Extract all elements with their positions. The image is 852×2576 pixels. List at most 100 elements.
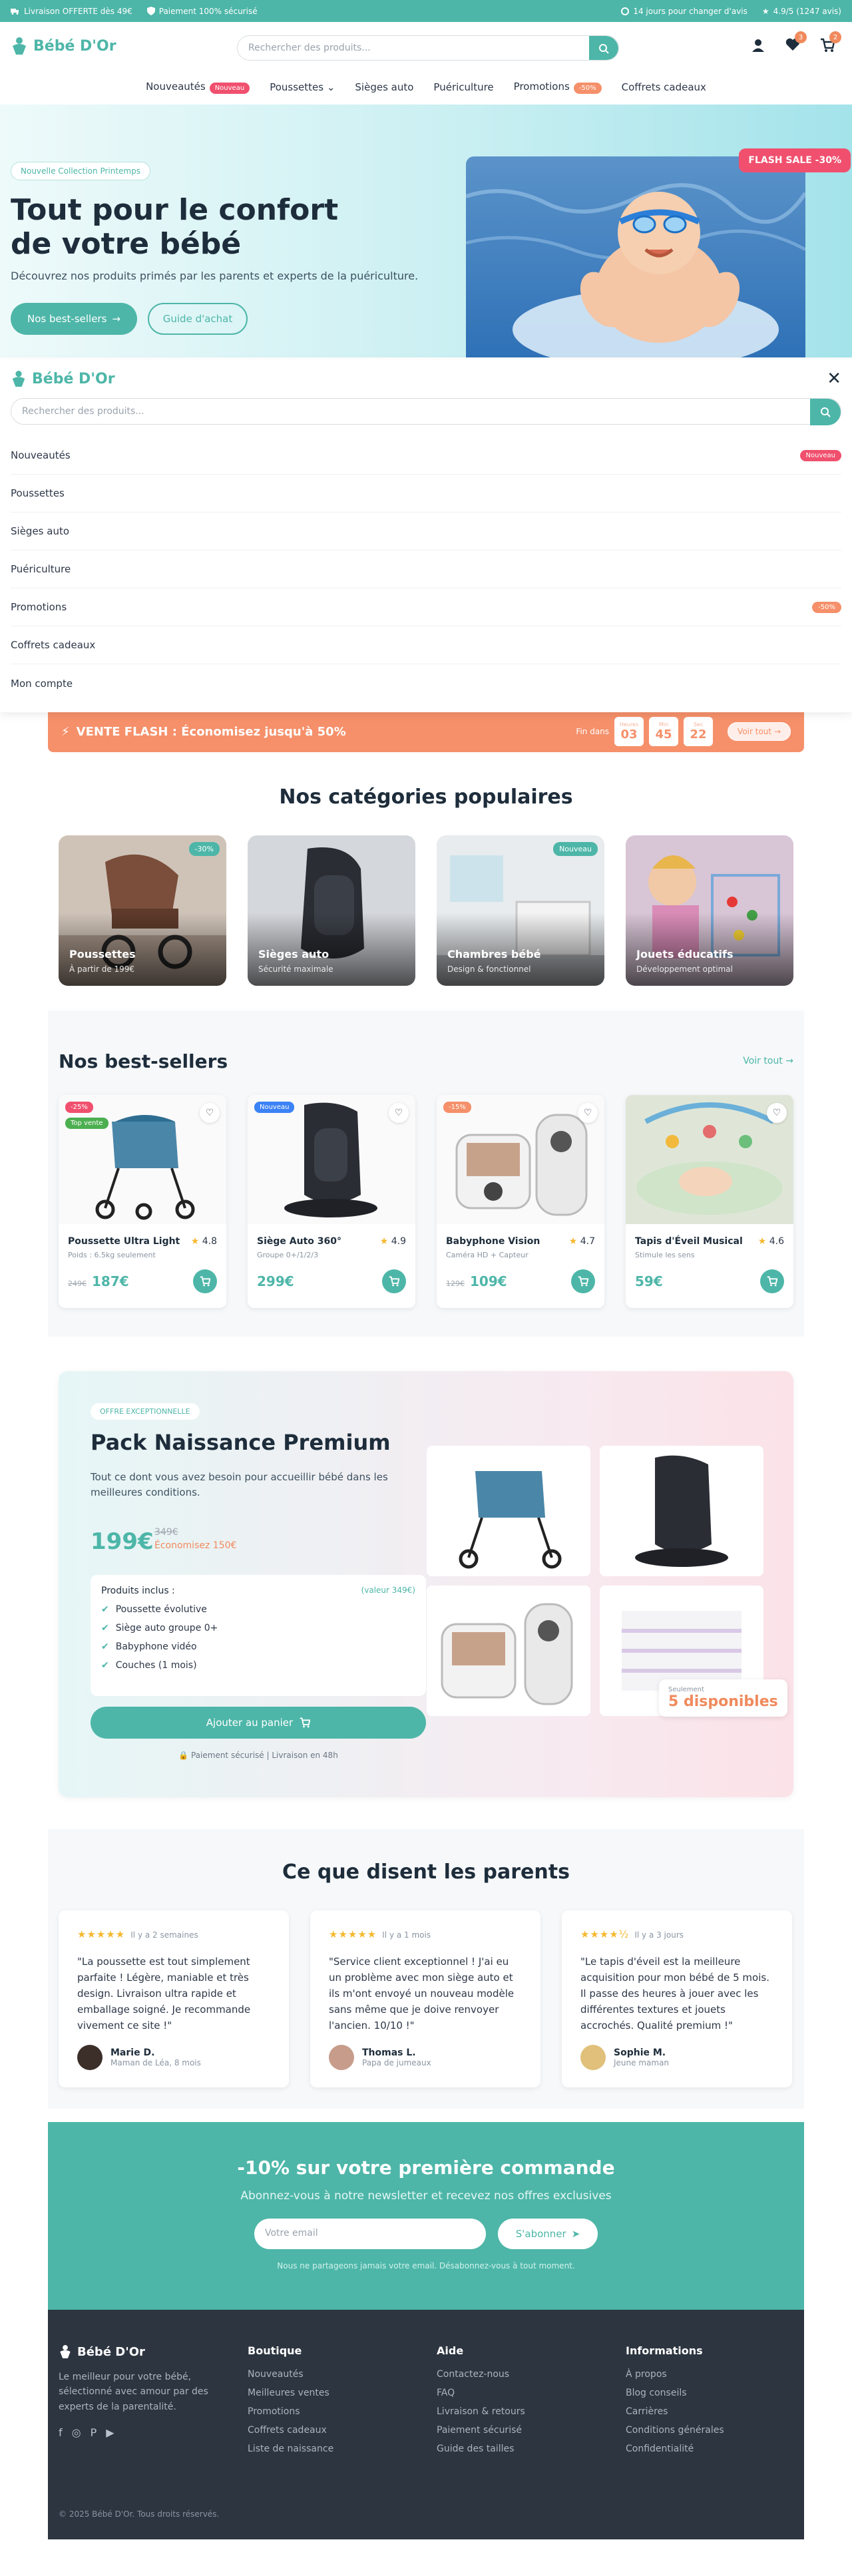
drawer-item-promotions[interactable]: Promotions -50% (11, 588, 841, 626)
instagram-icon[interactable]: ◎ (72, 2426, 81, 2439)
nav-item-coffrets[interactable]: Coffrets cadeaux (622, 81, 706, 93)
heart-outline-icon: ♡ (772, 1108, 781, 1118)
close-icon[interactable]: ✕ (827, 369, 841, 389)
product-card[interactable]: ♡ Tapis d'Éveil Musical ★ 4.6 Stimule le… (626, 1095, 793, 1308)
search-button[interactable] (589, 36, 618, 60)
footer-link[interactable]: Nouveautés (248, 2369, 333, 2380)
avatar (580, 2045, 606, 2070)
product-rating: ★ 4.7 (568, 1236, 595, 1247)
hero-baby-swimming-image (466, 156, 805, 357)
subscribe-button[interactable]: S'abonner ➤ (498, 2219, 598, 2249)
drawer-search-input[interactable]: Rechercher des produits... (22, 406, 144, 417)
return-policy-notice: 14 jours pour changer d'avis (621, 7, 747, 16)
drawer-item-account[interactable]: Mon compte (11, 664, 841, 702)
product-rating: ★ 4.6 (757, 1236, 784, 1247)
nav-item-poussettes[interactable]: Poussettes ⌄ (270, 81, 335, 93)
product-subtitle: Groupe 0+/1/2/3 (257, 1251, 319, 1259)
pinterest-icon[interactable]: P (91, 2426, 97, 2439)
account-button[interactable] (751, 38, 767, 54)
favorite-button[interactable]: ♡ (389, 1103, 409, 1123)
bestsellers-title: Nos best-sellers (59, 1050, 228, 1072)
user-icon (752, 39, 764, 52)
footer-link[interactable]: Coffrets cadeaux (248, 2425, 333, 2436)
footer-link[interactable]: Meilleures ventes (248, 2388, 333, 2398)
footer-link[interactable]: Livraison & retours (437, 2406, 525, 2417)
drawer-search-bar[interactable]: Rechercher des produits... (11, 398, 841, 425)
buying-guide-button[interactable]: Guide d'achat (148, 303, 248, 335)
search-input[interactable]: Rechercher des produits... (248, 43, 371, 53)
send-icon: ➤ (571, 2228, 580, 2240)
flash-view-all-button[interactable]: Voir tout → (728, 722, 791, 741)
categories-title: Nos catégories populaires (279, 785, 573, 809)
drawer-search-button[interactable] (810, 399, 841, 425)
footer-link[interactable]: À propos (626, 2369, 724, 2380)
drawer-item-poussettes[interactable]: Poussettes (11, 475, 841, 513)
footer-link[interactable]: Promotions (248, 2406, 333, 2417)
pack-add-to-cart-button[interactable]: Ajouter au panier (91, 1707, 426, 1739)
youtube-icon[interactable]: ▶ (106, 2426, 114, 2439)
wishlist-button[interactable]: 3 (785, 31, 807, 54)
search-bar[interactable]: Rechercher des produits... (237, 35, 619, 61)
footer-link[interactable]: Blog conseils (626, 2388, 724, 2398)
newsletter-email-input[interactable]: Votre email (254, 2219, 486, 2249)
footer-link[interactable]: Carrières (626, 2406, 724, 2417)
category-card-jouets[interactable]: Jouets éducatifs Développement optimal (626, 835, 793, 986)
discount-tag: -25% (65, 1102, 93, 1113)
favorite-button[interactable]: ♡ (200, 1103, 220, 1123)
secure-payment-notice: Paiement 100% sécurisé (146, 7, 258, 16)
baby-logo-icon (12, 371, 25, 387)
category-card-poussettes[interactable]: -30% Poussettes À partir de 199€ (59, 835, 226, 986)
chevron-down-icon: ⌄ (326, 81, 335, 93)
star-rating: ★★★★★ (329, 1928, 377, 1940)
nav-item-sieges-auto[interactable]: Sièges auto (355, 81, 413, 93)
logo[interactable]: Bébé D'Or (11, 37, 116, 55)
add-to-cart-button[interactable] (382, 1269, 406, 1293)
nav-item-promotions[interactable]: Promotions -50% (514, 81, 602, 94)
footer-link[interactable]: Confidentialité (626, 2444, 724, 2454)
product-card[interactable]: -25% Top vente ♡ Poussette Ultra Light ★… (59, 1095, 226, 1308)
nav-item-puericulture[interactable]: Puériculture (433, 81, 493, 93)
footer-link[interactable]: Contactez-nous (437, 2369, 525, 2380)
star-icon: ★ (761, 6, 769, 16)
category-card-chambres[interactable]: Nouveau Chambres bébé Design & fonctionn… (437, 835, 604, 986)
drawer-item-coffrets[interactable]: Coffrets cadeaux (11, 626, 841, 664)
lightning-icon: ⚡ (61, 724, 70, 739)
drawer-item-puericulture[interactable]: Puériculture (11, 550, 841, 588)
add-to-cart-button[interactable] (193, 1269, 217, 1293)
hero-subtitle: Découvrez nos produits primés par les pa… (11, 270, 419, 282)
drawer-item-sieges-auto[interactable]: Sièges auto (11, 513, 841, 550)
flash-sale-bar: ⚡ VENTE FLASH : Économisez jusqu'à 50% Fi… (48, 711, 804, 752)
pack-image-car-seat (600, 1446, 763, 1576)
product-subtitle: Caméra HD + Capteur (446, 1251, 529, 1259)
category-card-sieges-auto[interactable]: Sièges auto Sécurité maximale (248, 835, 415, 986)
newsletter-privacy-note: Nous ne partageons jamais votre email. D… (277, 2261, 575, 2270)
add-to-cart-button[interactable] (760, 1269, 784, 1293)
pack-savings: Économisez 150€ (154, 1540, 237, 1551)
cart-button[interactable]: 2 (820, 31, 841, 54)
bestsellers-view-all-link[interactable]: Voir tout → (743, 1056, 793, 1066)
category-badge: -30% (188, 842, 220, 856)
product-name: Babyphone Vision (446, 1236, 540, 1247)
footer-link[interactable]: Conditions générales (626, 2425, 724, 2436)
bestsellers-button[interactable]: Nos best-sellers → (11, 303, 137, 335)
product-price: 299€ (257, 1273, 294, 1289)
product-card[interactable]: Nouveau ♡ Siège Auto 360° ★ 4.9 Groupe 0… (248, 1095, 415, 1308)
return-icon (621, 7, 630, 15)
nav-item-nouveautes[interactable]: Nouveautés Nouveau (146, 81, 250, 94)
footer-link[interactable]: Liste de naissance (248, 2444, 333, 2454)
drawer-logo[interactable]: Bébé D'Or (11, 370, 115, 387)
reviews-title: Ce que disent les parents (282, 1860, 570, 1884)
add-to-cart-button[interactable] (571, 1269, 595, 1293)
facebook-icon[interactable]: f (59, 2426, 63, 2439)
product-card[interactable]: -15% ♡ Babyphone Vision ★ 4.7 Caméra HD … (437, 1095, 604, 1308)
footer-logo[interactable]: Bébé D'Or (59, 2344, 225, 2359)
favorite-button[interactable]: ♡ (767, 1103, 787, 1123)
baby-logo-icon (60, 2345, 71, 2358)
footer-link[interactable]: Guide des tailles (437, 2444, 525, 2454)
drawer-item-nouveautes[interactable]: Nouveautés Nouveau (11, 437, 841, 475)
cart-icon (300, 1717, 311, 1728)
favorite-button[interactable]: ♡ (578, 1103, 598, 1123)
secure-payment-note: 🔒 Paiement sécurisé | Livraison en 48h (178, 1751, 338, 1760)
footer-link[interactable]: Paiement sécurisé (437, 2425, 525, 2436)
footer-link[interactable]: FAQ (437, 2388, 525, 2398)
